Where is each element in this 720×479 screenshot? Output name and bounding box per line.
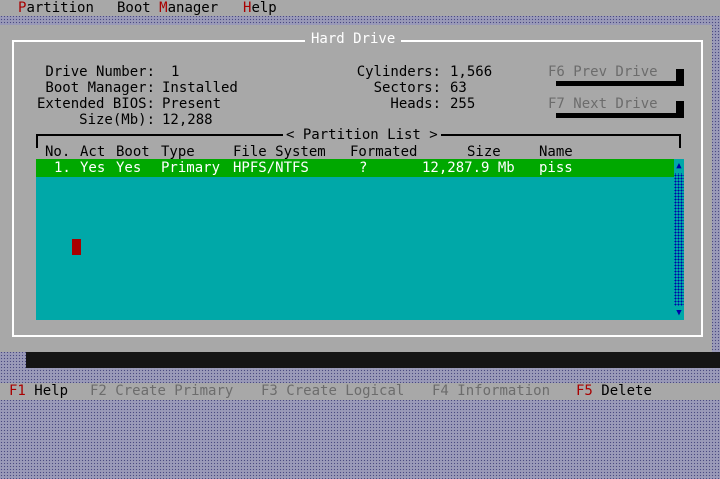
menu-boot-manager[interactable]: Boot Manager: [117, 0, 218, 16]
partition-name: piss: [539, 160, 573, 176]
dialog-shadow: [26, 352, 720, 368]
partition-list-scrollbar[interactable]: ▲ ▼: [674, 159, 684, 320]
partition-active: Yes: [80, 160, 106, 176]
column-header-formated: Formated: [350, 144, 418, 160]
f4-label: Information: [457, 383, 551, 399]
column-header-name: Name: [539, 144, 573, 160]
heads-label: Heads:: [390, 96, 441, 112]
f5-label: Delete: [601, 383, 652, 399]
next-drive-button[interactable]: F7 Next Drive: [548, 96, 658, 113]
column-header-no: No.: [45, 144, 71, 160]
f3-label: Create Logical: [286, 383, 405, 399]
sectors-label: Sectors:: [373, 80, 441, 96]
partition-type: Primary: [161, 160, 221, 176]
column-header-size: Size: [467, 144, 501, 160]
next-drive-button-label: F7 Next Drive: [548, 96, 658, 112]
partition-size: 12,287.9 Mb: [422, 160, 515, 176]
prev-drive-button[interactable]: F6 Prev Drive: [548, 64, 658, 81]
boot-manager-value: Installed: [162, 80, 238, 96]
partition-number: 1.: [54, 160, 71, 176]
dialog-title: Hard Drive: [305, 31, 402, 47]
f3-key: F3: [261, 383, 278, 399]
menu-bar: Partition Boot Manager Help: [0, 0, 720, 16]
f3-create-logical-key[interactable]: F3 Create Logical: [261, 383, 404, 399]
f2-key: F2: [90, 383, 107, 399]
drive-number-value: 1: [171, 64, 180, 80]
extended-bios-label: Extended BIOS:: [36, 96, 155, 112]
menu-help-label: elp: [251, 0, 277, 16]
next-drive-button-shadow-bottom: [556, 113, 684, 118]
partition-boot: Yes: [116, 160, 142, 176]
column-header-act: Act: [80, 144, 106, 160]
sectors-value: 63: [450, 80, 467, 96]
column-header-type: Type: [161, 144, 195, 160]
f1-label: Help: [34, 383, 69, 399]
menu-partition[interactable]: Partition: [18, 0, 94, 16]
f1-help-key[interactable]: F1 Help: [9, 383, 68, 399]
menu-boot-manager-hotkey: M: [159, 0, 168, 16]
menu-partition-label: artition: [26, 0, 94, 16]
heads-value: 255: [450, 96, 476, 112]
f4-information-key[interactable]: F4 Information: [432, 383, 550, 399]
f4-key: F4: [432, 383, 449, 399]
partition-formated: ?: [359, 160, 368, 176]
menu-boot-manager-label: anager: [167, 0, 219, 16]
cylinders-label: Cylinders:: [356, 64, 441, 80]
text-cursor: [72, 239, 81, 255]
partition-list-area[interactable]: [36, 160, 674, 320]
partition-file-system: HPFS/NTFS: [233, 160, 309, 176]
size-value: 12,288: [162, 112, 213, 128]
menu-help[interactable]: Help: [243, 0, 277, 16]
cylinders-value: 1,566: [450, 64, 493, 80]
drive-number-label: Drive Number:: [45, 64, 155, 80]
scroll-up-arrow-icon[interactable]: ▲: [674, 159, 684, 173]
partition-list-title: < Partition List >: [283, 127, 441, 143]
extended-bios-value: Present: [162, 96, 222, 112]
partition-row-selected[interactable]: 1. Yes Yes Primary HPFS/NTFS ? 12,287.9 …: [36, 159, 674, 177]
column-header-boot: Boot: [116, 144, 150, 160]
boot-manager-label: Boot Manager:: [45, 80, 155, 96]
prev-drive-button-label: F6 Prev Drive: [548, 64, 658, 80]
f1-key: F1: [9, 383, 26, 399]
f5-key: F5: [576, 383, 593, 399]
function-key-bar: F1 Help F2 Create Primary F3 Create Logi…: [0, 383, 720, 400]
menu-boot-manager-prefix: Boot: [117, 0, 160, 16]
f2-label: Create Primary: [115, 383, 234, 399]
size-label: Size(Mb):: [79, 112, 155, 128]
column-header-file-system: File System: [233, 144, 326, 160]
f2-create-primary-key[interactable]: F2 Create Primary: [90, 383, 233, 399]
f5-delete-key[interactable]: F5 Delete: [576, 383, 652, 399]
scroll-down-arrow-icon[interactable]: ▼: [674, 306, 684, 320]
prev-drive-button-shadow-bottom: [556, 81, 684, 86]
hard-drive-dialog: Hard Drive Drive Number: 1 Boot Manager:…: [0, 25, 712, 352]
